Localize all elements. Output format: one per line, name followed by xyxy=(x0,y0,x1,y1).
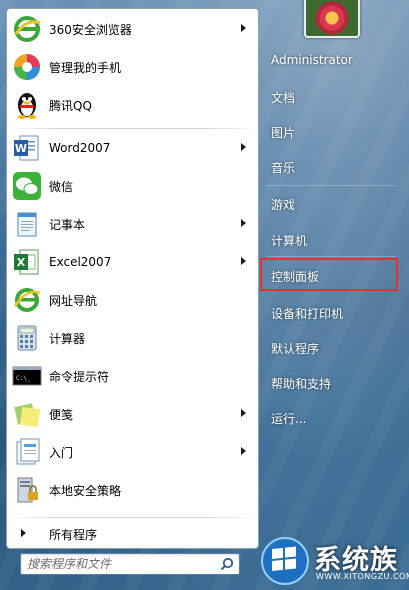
program-label: 本地安全策略 xyxy=(49,483,122,498)
user-name-link[interactable]: Administrator xyxy=(271,53,353,73)
program-item-calculator[interactable]: 计算器 xyxy=(7,319,258,357)
qq-penguin-icon xyxy=(11,89,43,121)
program-item-word[interactable]: W Word2007 xyxy=(7,129,258,167)
program-item-notepad[interactable]: 记事本 xyxy=(7,205,258,243)
svg-text:X: X xyxy=(17,256,26,269)
all-programs-label: 所有程序 xyxy=(49,528,98,542)
search-input[interactable] xyxy=(27,556,217,572)
program-label: 网址导航 xyxy=(49,293,98,308)
devices-and-printers-link[interactable]: 设备和打印机 xyxy=(271,305,343,325)
games-link[interactable]: 游戏 xyxy=(271,196,295,216)
sticky-notes-icon xyxy=(11,398,43,430)
program-label: 计算器 xyxy=(49,331,86,346)
separator xyxy=(266,256,396,257)
computer-link[interactable]: 计算机 xyxy=(271,232,307,252)
control-panel-highlight-box xyxy=(260,258,398,291)
expand-arrow-icon xyxy=(21,529,26,537)
start-search-box[interactable] xyxy=(20,553,240,575)
security-policy-icon xyxy=(11,474,43,506)
program-label: 入门 xyxy=(49,445,74,460)
music-link[interactable]: 音乐 xyxy=(271,159,295,179)
default-programs-link[interactable]: 默认程序 xyxy=(271,340,319,360)
getting-started-icon xyxy=(11,436,43,468)
program-label: Excel2007 xyxy=(49,255,112,269)
command-prompt-icon: C:\_ xyxy=(11,360,43,392)
program-item-360-browser[interactable]: 360安全浏览器 xyxy=(7,10,258,48)
search-icon[interactable] xyxy=(220,557,234,571)
pictures-link[interactable]: 图片 xyxy=(271,124,295,144)
submenu-arrow-icon[interactable] xyxy=(241,257,246,265)
program-label: 360安全浏览器 xyxy=(49,22,132,37)
program-item-local-security-policy[interactable]: 本地安全策略 xyxy=(7,471,258,509)
help-and-support-link[interactable]: 帮助和支持 xyxy=(271,375,331,395)
program-item-getting-started[interactable]: 入门 xyxy=(7,433,258,471)
start-menu-programs-panel: 360安全浏览器 管理我的手机 腾讯QQ W Word2007 微信 记事本 X… xyxy=(6,8,259,549)
program-item-command-prompt[interactable]: C:\_ 命令提示符 xyxy=(7,357,258,395)
documents-link[interactable]: 文档 xyxy=(271,89,295,109)
word-icon: W xyxy=(11,132,43,164)
ie-navigation-icon xyxy=(11,284,43,316)
wechat-icon xyxy=(11,170,43,202)
submenu-arrow-icon[interactable] xyxy=(241,447,246,455)
program-label: 便笺 xyxy=(49,407,74,422)
separator xyxy=(266,185,396,186)
360-browser-icon xyxy=(11,13,43,45)
excel-icon: X xyxy=(11,246,43,278)
program-item-qq[interactable]: 腾讯QQ xyxy=(7,86,258,124)
submenu-arrow-icon[interactable] xyxy=(241,143,246,151)
watermark-url: WWW.XITONGZU.COM xyxy=(316,572,409,581)
program-label: Word2007 xyxy=(49,141,111,155)
program-item-wechat[interactable]: 微信 xyxy=(7,167,258,205)
notepad-icon xyxy=(11,208,43,240)
all-programs-button[interactable]: 所有程序 xyxy=(7,521,258,545)
program-label: 管理我的手机 xyxy=(49,60,122,75)
windows-logo-icon xyxy=(260,536,310,586)
calculator-icon xyxy=(11,322,43,354)
svg-text:C:\_: C:\_ xyxy=(16,375,31,382)
site-watermark: 系统族 WWW.XITONGZU.COM xyxy=(258,532,409,590)
program-label: 微信 xyxy=(49,179,74,194)
program-item-phone-manager[interactable]: 管理我的手机 xyxy=(7,48,258,86)
user-avatar[interactable] xyxy=(304,0,360,38)
phone-manager-icon xyxy=(11,51,43,83)
program-item-excel[interactable]: X Excel2007 xyxy=(7,243,258,281)
program-item-sticky-notes[interactable]: 便笺 xyxy=(7,395,258,433)
run-link[interactable]: 运行... xyxy=(271,410,306,430)
program-label: 命令提示符 xyxy=(49,369,110,384)
separator xyxy=(9,517,256,518)
submenu-arrow-icon[interactable] xyxy=(241,219,246,227)
submenu-arrow-icon[interactable] xyxy=(241,24,246,32)
program-label: 腾讯QQ xyxy=(49,98,92,113)
program-label: 记事本 xyxy=(49,217,86,232)
submenu-arrow-icon[interactable] xyxy=(241,409,246,417)
svg-text:W: W xyxy=(15,142,27,155)
program-item-url-navigation[interactable]: 网址导航 xyxy=(7,281,258,319)
